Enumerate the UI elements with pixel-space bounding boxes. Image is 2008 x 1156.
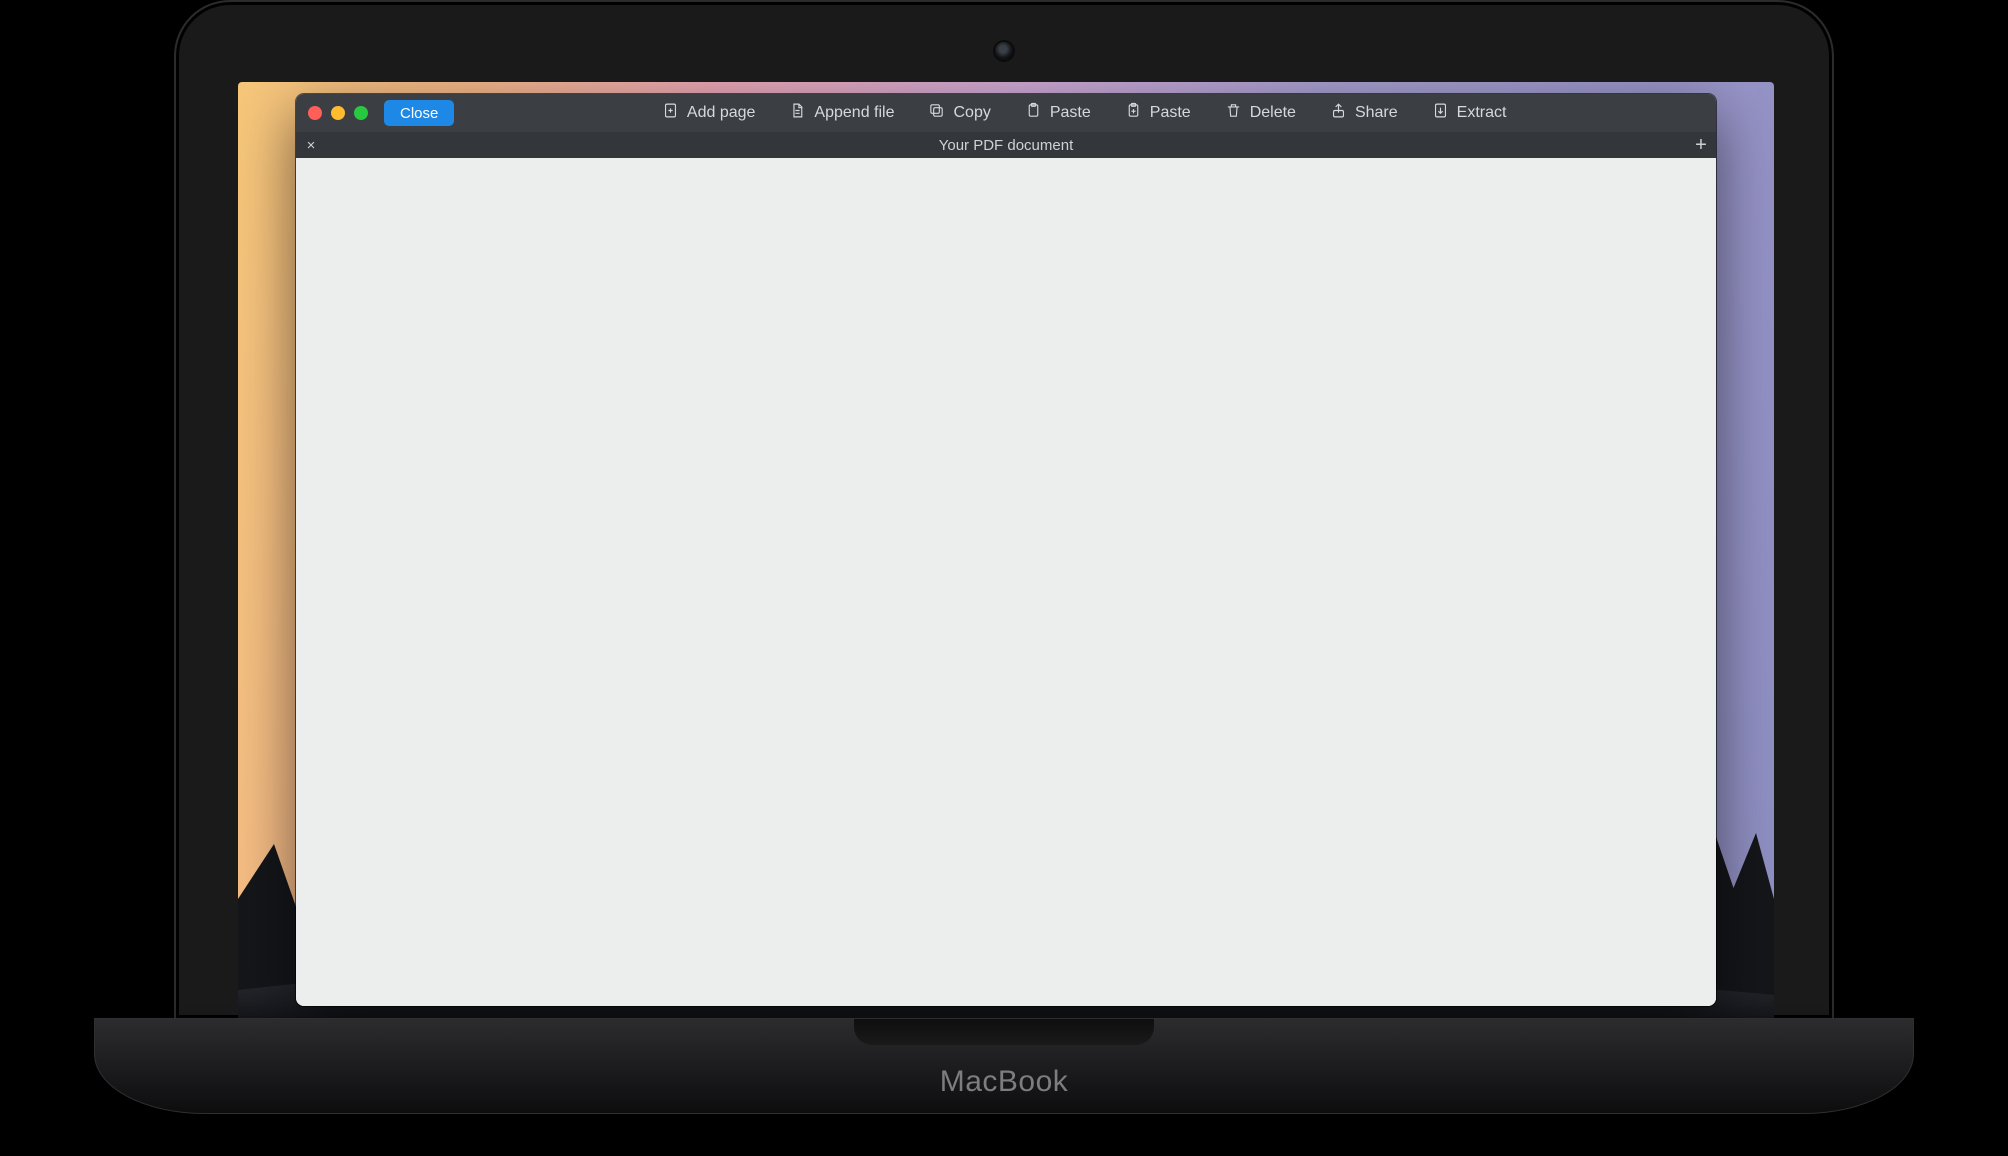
share-button[interactable]: Share xyxy=(1330,102,1398,124)
tab-close-button[interactable]: × xyxy=(296,137,326,154)
tab-add-button[interactable]: + xyxy=(1686,134,1716,157)
laptop-brand: MacBook xyxy=(940,1065,1069,1099)
close-icon: × xyxy=(307,137,316,154)
toolbar-label: Paste xyxy=(1050,104,1091,122)
plus-icon: + xyxy=(1695,134,1707,157)
paste-alt-button[interactable]: Paste xyxy=(1125,102,1191,124)
extract-button[interactable]: Extract xyxy=(1432,102,1507,124)
close-button[interactable]: Close xyxy=(384,100,454,126)
laptop-lid: Close Add page xyxy=(174,0,1834,1020)
camera-icon xyxy=(995,42,1013,60)
tab-bar: × Your PDF document + xyxy=(296,132,1716,158)
toolbar-label: Extract xyxy=(1457,104,1507,122)
page-plus-icon xyxy=(662,102,679,124)
toolbar-label: Copy xyxy=(953,104,990,122)
traffic-lights xyxy=(308,106,368,120)
screen-bezel: Close Add page xyxy=(238,82,1774,1020)
append-file-button[interactable]: Append file xyxy=(789,102,894,124)
add-page-button[interactable]: Add page xyxy=(662,102,756,124)
titlebar: Close Add page xyxy=(296,94,1716,132)
window-maximize-dot[interactable] xyxy=(354,106,368,120)
file-icon xyxy=(789,102,806,124)
tab-title[interactable]: Your PDF document xyxy=(939,137,1074,154)
toolbar-label: Delete xyxy=(1250,104,1296,122)
delete-button[interactable]: Delete xyxy=(1225,102,1296,124)
laptop-frame: Close Add page xyxy=(174,0,1834,1114)
copy-icon xyxy=(928,102,945,124)
toolbar-label: Paste xyxy=(1150,104,1191,122)
share-icon xyxy=(1330,102,1347,124)
paste-icon xyxy=(1025,102,1042,124)
copy-button[interactable]: Copy xyxy=(928,102,990,124)
window-close-dot[interactable] xyxy=(308,106,322,120)
trash-icon xyxy=(1225,102,1242,124)
laptop-base: MacBook xyxy=(94,1018,1914,1114)
toolbar: Add page Append file xyxy=(464,102,1704,124)
app-window: Close Add page xyxy=(296,94,1716,1006)
paste-icon xyxy=(1125,102,1142,124)
document-area[interactable] xyxy=(296,158,1716,1006)
desktop-screen: Close Add page xyxy=(238,82,1774,1020)
extract-icon xyxy=(1432,102,1449,124)
toolbar-label: Append file xyxy=(814,104,894,122)
toolbar-label: Share xyxy=(1355,104,1398,122)
paste-button[interactable]: Paste xyxy=(1025,102,1091,124)
toolbar-label: Add page xyxy=(687,104,756,122)
window-minimize-dot[interactable] xyxy=(331,106,345,120)
